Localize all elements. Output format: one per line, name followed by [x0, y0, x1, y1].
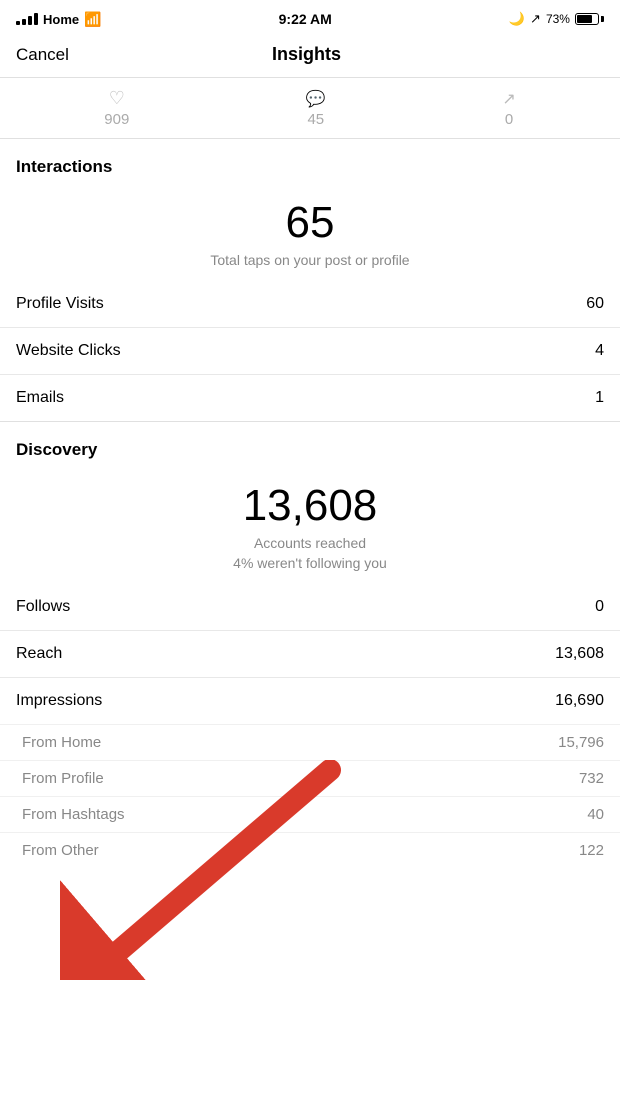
website-clicks-row: Website Clicks 4	[0, 327, 620, 374]
profile-visits-row: Profile Visits 60	[0, 281, 620, 327]
share-icon: ↗	[502, 89, 515, 109]
location-icon: ↗	[530, 11, 541, 27]
battery-icon	[575, 13, 604, 25]
status-left: Home 📶	[16, 11, 102, 28]
status-bar: Home 📶 9:22 AM 🌙 ↗ 73%	[0, 0, 620, 36]
shares-item: ↗ 0	[502, 89, 515, 128]
profile-visits-label: Profile Visits	[16, 295, 104, 313]
status-time: 9:22 AM	[279, 11, 332, 27]
battery-percent: 73%	[546, 12, 570, 26]
interactions-section-header: Interactions	[0, 139, 620, 183]
from-profile-row: From Profile 732	[0, 760, 620, 796]
reach-value: 13,608	[555, 645, 604, 663]
interactions-description: Total taps on your post or profile	[16, 251, 604, 271]
wifi-icon: 📶	[84, 11, 101, 28]
follows-label: Follows	[16, 598, 70, 616]
interactions-big-stat: 65 Total taps on your post or profile	[0, 183, 620, 281]
interactions-stat-list: Profile Visits 60 Website Clicks 4 Email…	[0, 281, 620, 421]
impressions-value: 16,690	[555, 692, 604, 710]
comments-item: 💬 45	[306, 89, 326, 128]
page-title: Insights	[272, 44, 341, 65]
shares-value: 0	[505, 111, 513, 128]
comments-value: 45	[307, 111, 324, 128]
discovery-description: Accounts reached4% weren't following you	[16, 534, 604, 573]
discovery-big-stat: 13,608 Accounts reached4% weren't follow…	[0, 466, 620, 584]
discovery-stat-list: Follows 0 Reach 13,608 Impressions 16,69…	[0, 584, 620, 724]
likes-item: ♡ 909	[104, 88, 129, 128]
from-hashtags-row: From Hashtags 40	[0, 796, 620, 832]
discovery-section-header: Discovery	[0, 422, 620, 466]
impressions-sub-list: From Home 15,796 From Profile 732 From H…	[0, 724, 620, 868]
emails-value: 1	[595, 389, 604, 407]
status-right: 🌙 ↗ 73%	[509, 11, 604, 27]
from-profile-label: From Profile	[22, 770, 104, 787]
signal-icon	[16, 13, 38, 25]
impressions-row: Impressions 16,690	[0, 677, 620, 724]
nav-bar: Cancel Insights	[0, 36, 620, 78]
follows-row: Follows 0	[0, 584, 620, 630]
reach-label: Reach	[16, 645, 62, 663]
from-hashtags-value: 40	[587, 806, 604, 823]
website-clicks-label: Website Clicks	[16, 342, 121, 360]
top-numbers-row: ♡ 909 💬 45 ↗ 0	[0, 78, 620, 139]
follows-value: 0	[595, 598, 604, 616]
impressions-label: Impressions	[16, 692, 102, 710]
from-hashtags-label: From Hashtags	[22, 806, 125, 823]
likes-value: 909	[104, 111, 129, 128]
comment-icon: 💬	[306, 89, 326, 109]
emails-label: Emails	[16, 389, 64, 407]
from-other-label: From Other	[22, 842, 99, 859]
website-clicks-value: 4	[595, 342, 604, 360]
moon-icon: 🌙	[509, 11, 525, 27]
page: Home 📶 9:22 AM 🌙 ↗ 73% Cancel Insights ♡…	[0, 0, 620, 868]
from-home-row: From Home 15,796	[0, 724, 620, 760]
discovery-number: 13,608	[16, 482, 604, 530]
carrier-label: Home	[43, 12, 79, 27]
interactions-number: 65	[16, 199, 604, 247]
from-home-label: From Home	[22, 734, 101, 751]
emails-row: Emails 1	[0, 374, 620, 421]
profile-visits-value: 60	[586, 295, 604, 313]
heart-icon: ♡	[109, 88, 125, 109]
from-other-row: From Other 122	[0, 832, 620, 868]
from-profile-value: 732	[579, 770, 604, 787]
from-home-value: 15,796	[558, 734, 604, 751]
cancel-button[interactable]: Cancel	[16, 45, 69, 65]
reach-row: Reach 13,608	[0, 630, 620, 677]
from-other-value: 122	[579, 842, 604, 859]
